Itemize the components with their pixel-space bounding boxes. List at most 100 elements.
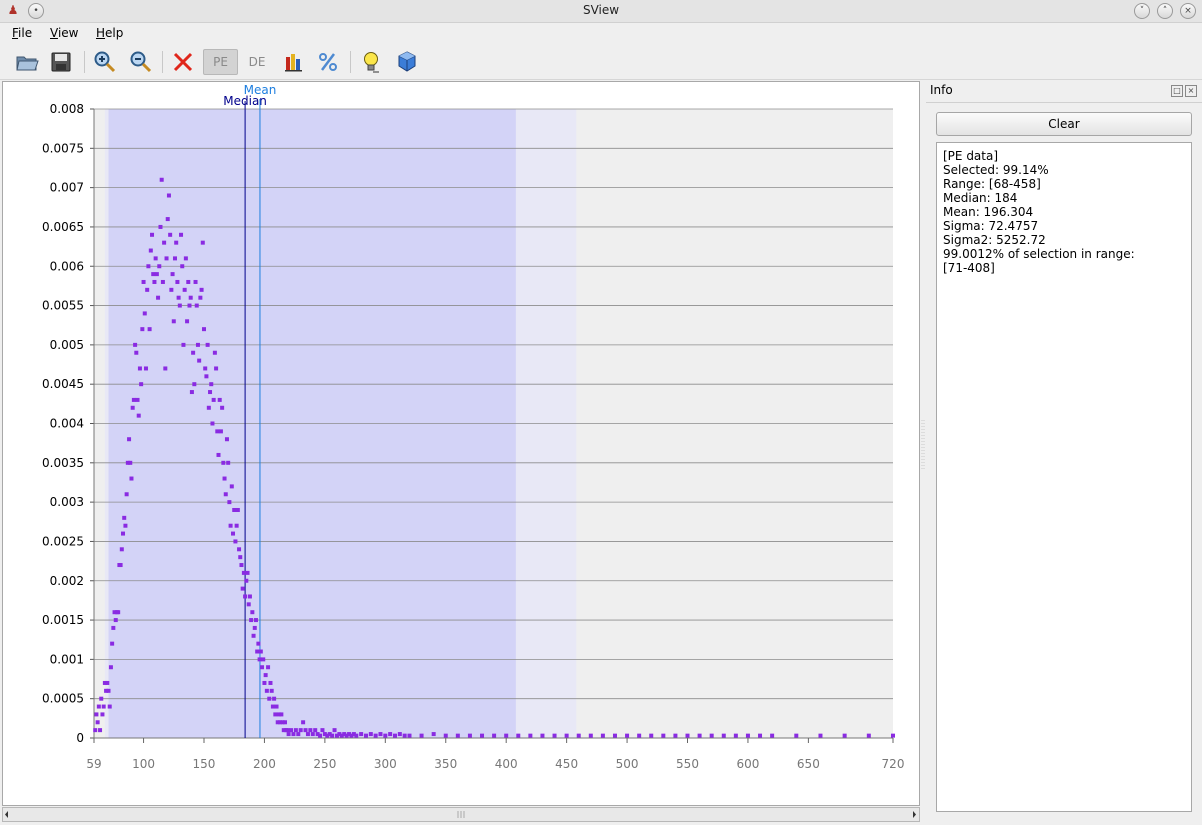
data-point (208, 390, 213, 395)
data-point (177, 303, 182, 308)
data-point (685, 733, 690, 738)
dock-float-icon[interactable]: □ (1171, 85, 1183, 97)
data-point (540, 733, 545, 738)
data-point (185, 319, 190, 324)
data-point (443, 733, 448, 738)
data-point (122, 515, 127, 520)
y-tick-label: 0.0025 (42, 534, 84, 548)
data-point (192, 382, 197, 387)
toolbar: PE DE (0, 45, 1202, 80)
data-point (270, 704, 275, 709)
save-icon[interactable] (46, 49, 76, 75)
data-point (397, 732, 402, 737)
data-point (100, 712, 105, 717)
data-point (246, 602, 251, 607)
data-point (576, 733, 581, 738)
data-point (136, 413, 141, 418)
info-line: Mean: 196.304 (943, 205, 1034, 219)
info-panel-title: Info (930, 83, 953, 97)
scatter-chart[interactable]: 0 0.0005 0.001 0.0015 0.002 0.0025 0.003 0.0035… (3, 82, 919, 805)
data-point (205, 342, 210, 347)
data-point (166, 193, 171, 198)
menu-help[interactable]: Help (96, 26, 123, 40)
data-point (296, 732, 301, 737)
info-line: Median: 184 (943, 191, 1018, 205)
data-point (165, 217, 170, 222)
data-point (131, 397, 136, 402)
data-point (289, 728, 294, 733)
data-point (298, 728, 303, 733)
data-point (174, 240, 179, 245)
data-point (98, 728, 103, 733)
data-point (160, 279, 165, 284)
data-point (252, 625, 257, 630)
data-point (153, 256, 158, 261)
data-point (113, 618, 118, 623)
data-point (116, 610, 121, 615)
data-point (721, 733, 726, 738)
x-tick-label: 550 (676, 757, 699, 771)
y-tick-label: 0.0055 (42, 299, 84, 313)
data-point (105, 680, 110, 685)
x-tick-label: 300 (374, 757, 397, 771)
data-point (199, 287, 204, 292)
horizontal-scrollbar[interactable] (2, 807, 920, 822)
x-tick-label: 150 (193, 757, 216, 771)
zoom-in-icon[interactable] (90, 49, 120, 75)
data-point (133, 342, 138, 347)
data-point (110, 641, 115, 646)
data-point (268, 680, 273, 685)
data-point (770, 733, 775, 738)
data-point (135, 397, 140, 402)
close-icon[interactable]: × (1180, 3, 1196, 19)
data-point (145, 287, 150, 292)
data-point (229, 484, 234, 489)
x-tick-label: 200 (253, 757, 276, 771)
menu-file[interactable]: File (12, 26, 32, 40)
dock-close-icon[interactable]: × (1185, 85, 1197, 97)
pe-toggle-button[interactable]: PE (203, 49, 238, 75)
y-tick-label: 0.003 (50, 495, 84, 509)
data-point (195, 342, 200, 347)
data-point (253, 618, 258, 623)
info-panel: Info □ × Clear [PE data] Selected: 99.14… (926, 81, 1202, 825)
data-point (332, 728, 337, 733)
open-folder-icon[interactable] (12, 49, 42, 75)
data-point (139, 382, 144, 387)
y-tick-label: 0.007 (50, 181, 84, 195)
data-point (191, 350, 196, 355)
data-point (407, 733, 412, 738)
data-point (266, 665, 271, 670)
data-point (223, 492, 228, 497)
maximize-icon[interactable]: ˄ (1157, 3, 1173, 19)
lightbulb-icon[interactable] (356, 49, 386, 75)
de-toggle-button[interactable]: DE (242, 49, 272, 75)
plot-area[interactable]: 0 0.0005 0.001 0.0015 0.002 0.0025 0.003 0.0035… (2, 81, 920, 806)
info-text-area[interactable]: [PE data] Selected: 99.14% Range: [68-45… (936, 142, 1192, 812)
data-point (128, 460, 133, 465)
data-point (187, 303, 192, 308)
minimize-icon[interactable]: ˅ (1134, 3, 1150, 19)
clear-data-icon[interactable] (168, 49, 198, 75)
info-line: [PE data] (943, 149, 999, 163)
x-tick-label: 100 (132, 757, 155, 771)
data-point (233, 539, 238, 544)
percent-icon[interactable] (313, 49, 343, 75)
color-bars-icon[interactable] (279, 49, 309, 75)
cube-icon[interactable] (392, 49, 422, 75)
data-point (189, 390, 194, 395)
zoom-out-icon[interactable] (126, 49, 156, 75)
splitter-handle[interactable] (921, 420, 925, 470)
data-point (171, 319, 176, 324)
data-point (162, 240, 167, 245)
data-point (313, 728, 318, 733)
clear-button[interactable]: Clear (936, 112, 1192, 136)
data-point (130, 405, 135, 410)
data-point (182, 287, 187, 292)
data-point (455, 733, 460, 738)
data-point (204, 374, 209, 379)
data-point (224, 437, 229, 442)
menu-view[interactable]: View (50, 26, 78, 40)
y-tick-label: 0.0035 (42, 456, 84, 470)
data-point (492, 733, 497, 738)
